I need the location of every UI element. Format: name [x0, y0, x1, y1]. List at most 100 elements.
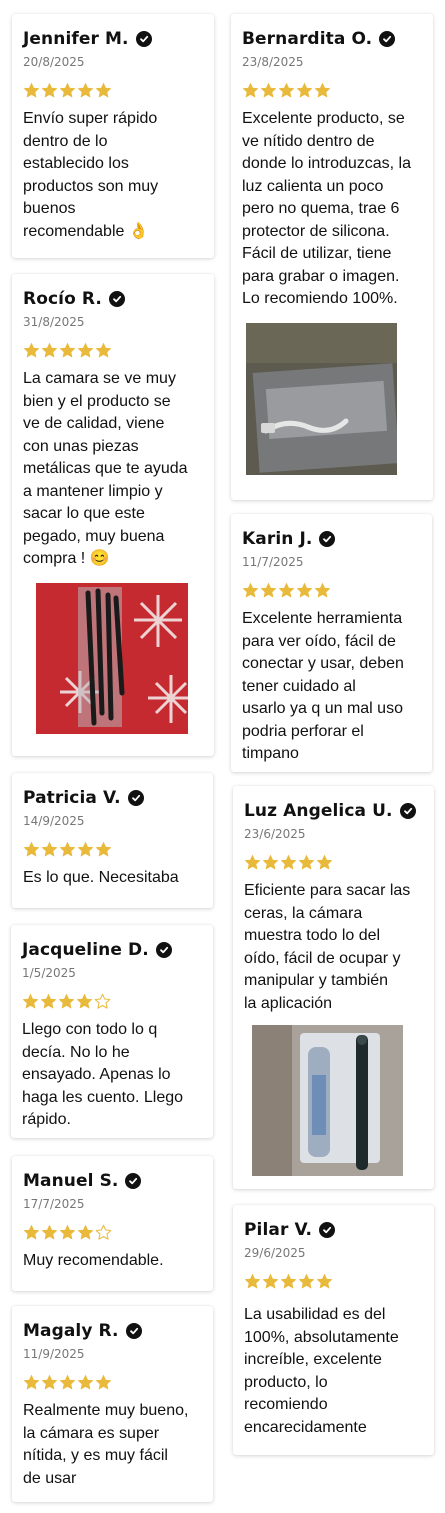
star-filled-icon [59, 342, 76, 357]
review-card: Magaly R. 11/9/2025 Realmente muy bueno,… [12, 1306, 213, 1502]
verified-check-icon [135, 31, 152, 47]
verified-check-icon [108, 291, 125, 307]
star-filled-icon [316, 854, 333, 869]
verified-check-icon [125, 1173, 142, 1189]
star-filled-icon [76, 993, 93, 1008]
reviewer-name: Pilar V. [244, 1220, 313, 1240]
star-filled-icon [260, 82, 277, 97]
star-filled-icon [242, 82, 259, 97]
star-filled-icon [316, 1273, 333, 1288]
review-text: Envío super rápido dentro de lo establec… [23, 110, 159, 240]
review-card: Karin J. 11/7/2025 Excelente herramienta… [231, 514, 432, 772]
star-filled-icon [41, 342, 58, 357]
star-filled-icon [95, 841, 112, 856]
star-filled-icon [23, 1374, 40, 1389]
review-card: Bernardita O. 23/8/2025 Excelente produc… [231, 14, 433, 500]
star-filled-icon [262, 1273, 279, 1288]
star-empty-icon [94, 993, 111, 1009]
review-text: Eficiente para sacar las ceras, la cámar… [244, 882, 411, 1012]
verified-check-icon [319, 1222, 336, 1238]
review-photo[interactable] [252, 1025, 403, 1176]
review-date: 1/5/2025 [22, 966, 76, 980]
star-filled-icon [95, 342, 112, 357]
star-rating [23, 840, 202, 858]
verified-check-icon [399, 803, 416, 819]
star-filled-icon [278, 82, 295, 97]
star-filled-icon [23, 82, 40, 97]
star-filled-icon [59, 1224, 76, 1239]
review-date: 17/7/2025 [23, 1197, 85, 1211]
reviewer-name: Manuel S. [23, 1171, 119, 1191]
star-filled-icon [41, 82, 58, 97]
review-card: Jennifer M. 20/8/2025 Envío super rápido… [12, 14, 214, 258]
star-rating [23, 1223, 202, 1241]
star-rating [23, 81, 203, 99]
review-card: Manuel S. 17/7/2025 Muy recomendable. [12, 1156, 213, 1291]
star-filled-icon [77, 342, 94, 357]
star-filled-icon [280, 1273, 297, 1288]
star-filled-icon [41, 841, 58, 856]
verified-check-icon [155, 942, 172, 958]
star-filled-icon [23, 841, 40, 856]
star-filled-icon [260, 582, 277, 597]
star-filled-icon [262, 854, 279, 869]
star-empty-icon [95, 1224, 112, 1240]
review-text: Es lo que. Necesitaba [23, 869, 179, 886]
star-rating [23, 1373, 202, 1391]
star-filled-icon [296, 82, 313, 97]
verified-check-icon [319, 531, 336, 547]
star-rating [23, 341, 203, 359]
star-filled-icon [59, 82, 76, 97]
star-rating [244, 1272, 423, 1290]
star-filled-icon [278, 582, 295, 597]
star-filled-icon [22, 993, 39, 1008]
reviewer-name: Jennifer M. [23, 29, 129, 49]
reviewer-name: Rocío R. [23, 289, 102, 309]
star-rating [242, 81, 422, 99]
verified-check-icon [125, 1323, 142, 1339]
star-filled-icon [77, 1224, 94, 1239]
review-card: Luz Angelica U. 23/6/2025 Eficiente para… [233, 786, 434, 1189]
star-filled-icon [41, 1224, 58, 1239]
star-rating [22, 992, 202, 1010]
star-rating [244, 853, 423, 871]
verified-check-icon [379, 31, 396, 47]
verified-check-icon [127, 790, 144, 806]
star-filled-icon [77, 1374, 94, 1389]
star-rating [242, 581, 421, 599]
star-filled-icon [77, 82, 94, 97]
star-filled-icon [242, 582, 259, 597]
review-date: 23/8/2025 [242, 55, 304, 69]
review-date: 31/8/2025 [23, 315, 85, 329]
review-text: Muy recomendable. [23, 1252, 164, 1269]
reviewer-name: Jacqueline D. [22, 940, 149, 960]
reviewer-name: Luz Angelica U. [244, 801, 393, 821]
star-filled-icon [244, 1273, 261, 1288]
star-filled-icon [280, 854, 297, 869]
star-filled-icon [296, 582, 313, 597]
review-text: Realmente muy bueno, la cámara es super … [23, 1402, 189, 1487]
review-text: Llego con todo lo q decía. No lo he ensa… [22, 1021, 184, 1128]
star-filled-icon [298, 1273, 315, 1288]
star-filled-icon [77, 841, 94, 856]
review-card: Rocío R. 31/8/2025 La camara se ve muy b… [12, 274, 214, 756]
star-filled-icon [314, 582, 331, 597]
review-photo[interactable] [36, 582, 188, 734]
star-filled-icon [58, 993, 75, 1008]
star-filled-icon [298, 854, 315, 869]
review-card: Patricia V. 14/9/2025 Es lo que. Necesit… [12, 773, 213, 908]
star-filled-icon [40, 993, 57, 1008]
review-text: Excelente herramienta para ver oído, fác… [242, 610, 404, 762]
review-card: Pilar V. 29/6/2025 La usabilidad es del … [233, 1205, 434, 1455]
review-text: La camara se ve muy bien y el producto s… [23, 370, 188, 567]
review-date: 11/7/2025 [242, 555, 304, 569]
star-filled-icon [23, 342, 40, 357]
star-filled-icon [59, 841, 76, 856]
reviewer-name: Bernardita O. [242, 29, 373, 49]
review-photo[interactable] [246, 322, 397, 475]
review-date: 20/8/2025 [23, 55, 85, 69]
review-text: Excelente producto, se ve nítido dentro … [242, 110, 411, 307]
star-filled-icon [41, 1374, 58, 1389]
review-date: 14/9/2025 [23, 814, 85, 828]
star-filled-icon [95, 1374, 112, 1389]
